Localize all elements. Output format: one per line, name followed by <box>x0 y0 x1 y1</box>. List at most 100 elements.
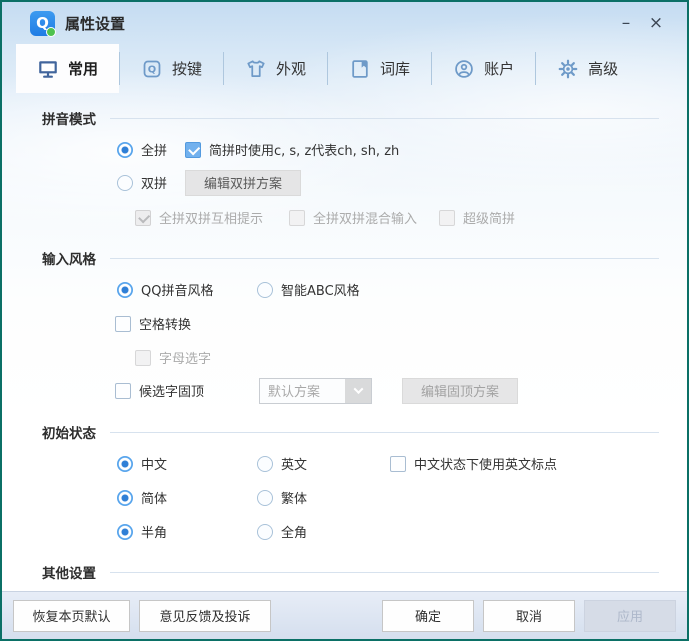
initial-state-row-2: 简体 繁体 <box>117 485 659 510</box>
ok-button[interactable]: 确定 <box>382 600 474 632</box>
tab-appearance[interactable]: 外观 <box>224 44 327 93</box>
minimize-button[interactable]: – <box>611 9 641 37</box>
half-width-radio[interactable]: 半角 <box>117 522 257 541</box>
tab-dictionary[interactable]: 词库 <box>328 44 431 93</box>
english-radio[interactable]: 英文 <box>257 454 390 473</box>
section-title: 拼音模式 <box>42 108 96 128</box>
english-punct-checkbox[interactable]: 中文状态下使用英文标点 <box>390 454 557 473</box>
traditional-radio[interactable]: 繁体 <box>257 488 307 507</box>
radio-label: 半角 <box>141 522 167 541</box>
tab-bar: 常用 Q 按键 外观 词库 账户 <box>2 44 687 93</box>
radio-label: 英文 <box>281 454 307 473</box>
radio-unselected-icon <box>117 175 133 191</box>
checkbox-label: 全拼双拼互相提示 <box>159 208 263 227</box>
radio-selected-icon <box>117 282 133 298</box>
section-input-style: 输入风格 <box>42 248 659 268</box>
pinyin-mode-row-2: 双拼 编辑双拼方案 <box>117 169 659 196</box>
abc-style-radio[interactable]: 智能ABC风格 <box>257 280 360 299</box>
super-jianpin-checkbox: 超级简拼 <box>439 208 515 227</box>
radio-selected-icon <box>117 524 133 540</box>
radio-unselected-icon <box>257 456 273 472</box>
tab-keys[interactable]: Q 按键 <box>120 44 223 93</box>
radio-unselected-icon <box>257 524 273 540</box>
tab-label: 外观 <box>276 58 306 79</box>
gear-icon <box>557 58 579 80</box>
section-initial-state: 初始状态 <box>42 422 659 442</box>
radio-label: 繁体 <box>281 488 307 507</box>
settings-content: 拼音模式 全拼 简拼时使用c, s, z代表ch, sh, zh 双拼 编辑双拼… <box>2 93 687 591</box>
checkbox-disabled-icon <box>135 350 151 366</box>
feedback-button[interactable]: 意见反馈及投诉 <box>139 600 271 632</box>
checkbox-unchecked-icon <box>115 383 131 399</box>
apply-button: 应用 <box>584 600 676 632</box>
radio-selected-icon <box>117 490 133 506</box>
checkbox-label: 字母选字 <box>159 348 211 367</box>
letter-select-checkbox: 字母选字 <box>135 348 211 367</box>
mixed-input-checkbox: 全拼双拼混合输入 <box>289 208 439 227</box>
full-width-radio[interactable]: 全角 <box>257 522 307 541</box>
jianpin-checkbox[interactable]: 简拼时使用c, s, z代表ch, sh, zh <box>185 140 399 159</box>
checkbox-label: 超级简拼 <box>463 208 515 227</box>
tab-account[interactable]: 账户 <box>432 44 535 93</box>
chinese-radio[interactable]: 中文 <box>117 454 257 473</box>
tab-advanced[interactable]: 高级 <box>536 44 639 93</box>
svg-text:Q: Q <box>148 64 156 75</box>
qq-style-radio[interactable]: QQ拼音风格 <box>117 280 257 299</box>
initial-state-row-3: 半角 全角 <box>117 519 659 544</box>
app-logo-icon: Q <box>30 11 55 36</box>
title-bar: Q 属性设置 – × <box>2 2 687 44</box>
section-title: 其他设置 <box>42 562 96 582</box>
input-style-row-2: 空格转换 <box>115 311 659 336</box>
footer-bar: 恢复本页默认 意见反馈及投诉 确定 取消 应用 <box>2 591 687 639</box>
tab-label: 词库 <box>380 58 410 79</box>
properties-dialog: Q 属性设置 – × 常用 Q 按键 外观 <box>0 0 689 641</box>
book-icon <box>349 58 371 80</box>
checkbox-label: 候选字固顶 <box>139 381 204 400</box>
chevron-down-icon <box>345 379 371 403</box>
radio-unselected-icon <box>257 490 273 506</box>
section-pinyin-mode: 拼音模式 <box>42 108 659 128</box>
pin-scheme-dropdown: 默认方案 <box>259 378 372 404</box>
tab-label: 高级 <box>588 58 618 79</box>
edit-pin-button: 编辑固顶方案 <box>402 378 518 404</box>
quanpin-radio[interactable]: 全拼 <box>117 140 185 159</box>
checkbox-label: 中文状态下使用英文标点 <box>414 454 557 473</box>
radio-unselected-icon <box>257 282 273 298</box>
radio-label: 全角 <box>281 522 307 541</box>
section-divider <box>110 258 659 259</box>
checkbox-disabled-icon <box>439 210 455 226</box>
radio-label: 双拼 <box>141 173 167 192</box>
close-button[interactable]: × <box>641 9 671 37</box>
shuangpin-radio[interactable]: 双拼 <box>117 173 185 192</box>
initial-state-row-1: 中文 英文 中文状态下使用英文标点 <box>117 451 659 476</box>
space-convert-checkbox[interactable]: 空格转换 <box>115 314 191 333</box>
simplified-radio[interactable]: 简体 <box>117 488 257 507</box>
input-style-row-4: 候选字固顶 默认方案 编辑固顶方案 <box>115 377 659 404</box>
tshirt-icon <box>245 58 267 80</box>
checkbox-unchecked-icon <box>115 316 131 332</box>
tab-label: 账户 <box>484 58 514 79</box>
radio-label: 中文 <box>141 454 167 473</box>
section-divider <box>110 432 659 433</box>
edit-shuangpin-button[interactable]: 编辑双拼方案 <box>185 170 301 196</box>
radio-selected-icon <box>117 142 133 158</box>
tab-general[interactable]: 常用 <box>16 44 119 93</box>
restore-defaults-button[interactable]: 恢复本页默认 <box>13 600 130 632</box>
section-title: 输入风格 <box>42 248 96 268</box>
section-other: 其他设置 <box>42 562 659 582</box>
checkbox-label: 简拼时使用c, s, z代表ch, sh, zh <box>209 140 399 159</box>
checkbox-label: 全拼双拼混合输入 <box>313 208 417 227</box>
candidate-pin-checkbox[interactable]: 候选字固顶 <box>115 381 259 400</box>
shuangpin-hint-checkbox: 全拼双拼互相提示 <box>135 208 289 227</box>
input-style-row-3: 字母选字 <box>135 345 659 370</box>
checkbox-label: 空格转换 <box>139 314 191 333</box>
radio-label: QQ拼音风格 <box>141 280 213 299</box>
keycap-icon: Q <box>141 58 163 80</box>
dropdown-value: 默认方案 <box>260 381 345 400</box>
checkbox-disabled-icon <box>289 210 305 226</box>
cancel-button[interactable]: 取消 <box>483 600 575 632</box>
radio-label: 智能ABC风格 <box>281 280 360 299</box>
checkbox-checked-icon <box>185 142 201 158</box>
radio-selected-icon <box>117 456 133 472</box>
section-divider <box>110 572 659 573</box>
